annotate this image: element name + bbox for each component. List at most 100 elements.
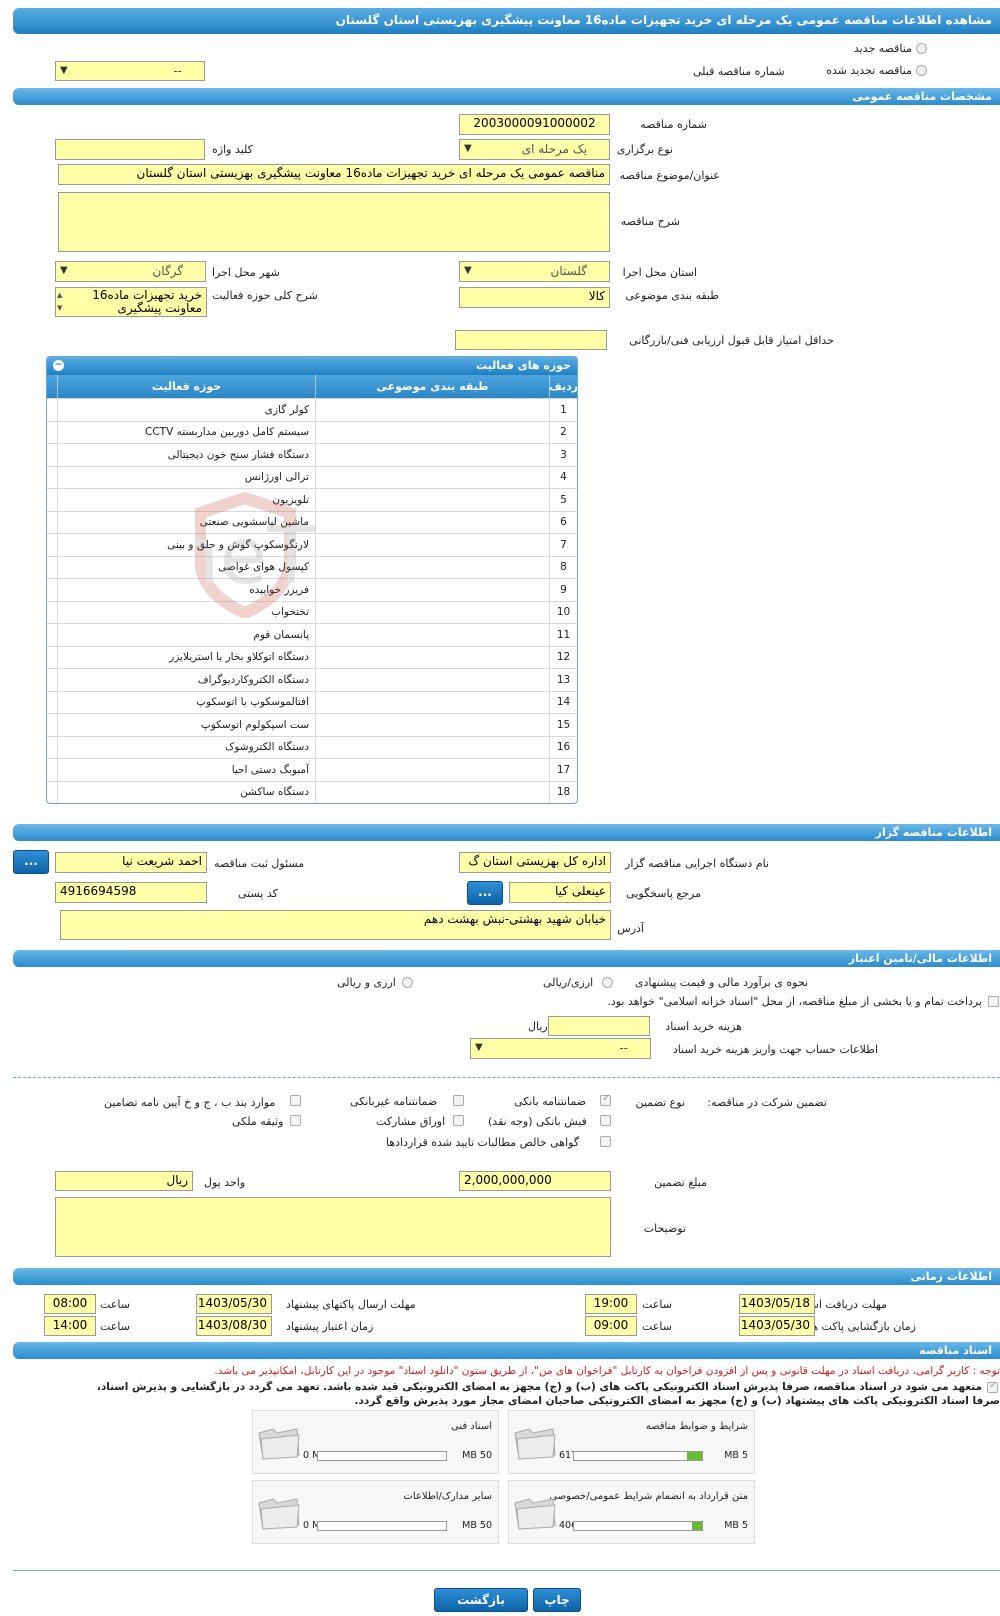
row-activity-field: دستگاه الکتروشوک: [57, 736, 315, 758]
time-label-4: ساعت: [100, 1320, 130, 1333]
description-field[interactable]: [58, 192, 610, 252]
notes-field[interactable]: [55, 1197, 611, 1257]
row-activity-field: سیستم کامل دوربین مداربسته CCTV: [57, 421, 315, 443]
prev-tender-number-select[interactable]: -- ▼: [55, 61, 205, 81]
collapse-icon[interactable]: −: [53, 360, 64, 371]
responder-more-button[interactable]: ...: [467, 881, 503, 905]
row-category: [315, 511, 549, 533]
send-deadline-time[interactable]: 08:00: [44, 1294, 96, 1314]
col-row-number: ردیف: [549, 375, 577, 398]
city-select[interactable]: گرگان ▼: [55, 261, 206, 282]
prev-tender-number-label: شماره مناقصه قبلی: [693, 65, 785, 78]
registrar-field[interactable]: احمد شریعت نیا: [55, 852, 207, 873]
validity-time[interactable]: 14:00: [44, 1316, 96, 1336]
postal-field[interactable]: 4916694598: [55, 882, 207, 903]
min-score-field[interactable]: [455, 330, 607, 350]
estimate-label: نحوه ی برآورد مالی و قیمت پیشنهادی: [634, 976, 808, 989]
table-row: 18 دستگاه ساکشن: [47, 780, 577, 803]
clauses-checkbox[interactable]: [290, 1095, 301, 1106]
responder-field[interactable]: عینعلی کیا: [509, 882, 611, 903]
send-deadline-date[interactable]: 1403/05/30: [196, 1294, 272, 1314]
doc-deadline-time[interactable]: 19:00: [585, 1294, 637, 1314]
doc-cost-field[interactable]: [548, 1016, 650, 1036]
keyword-label: کلید واژه: [212, 143, 253, 156]
guarantee-label: تضمین شرکت در مناقصه:: [707, 1096, 827, 1109]
validity-date[interactable]: 1403/08/30: [196, 1316, 272, 1336]
row-number: 17: [549, 759, 577, 781]
section-finance-title: اطلاعات مالی/تامین اعتبار: [848, 952, 992, 965]
row-activity-field: تلویزیون: [57, 489, 315, 511]
currency-rial-radio[interactable]: [402, 977, 413, 988]
section-timing-title: اطلاعات زمانی: [910, 1270, 992, 1283]
bank-check-checkbox[interactable]: [600, 1115, 611, 1126]
page-title-bar: مشاهده اطلاعات مناقصه عمومی یک مرحله ای …: [13, 8, 1000, 34]
account-label: اطلاعات حساب جهت واریز هزینه خرید اسناد: [672, 1043, 878, 1056]
unit-label: واحد پول: [204, 1176, 246, 1189]
clauses-label: موارد بند ب ، ج و خ آیین نامه تضامین: [104, 1096, 276, 1109]
doc-deadline-date[interactable]: 1403/05/18: [739, 1294, 815, 1314]
renewed-tender-radio[interactable]: [916, 65, 927, 76]
subject-field[interactable]: مناقصه عمومی یک مرحله ای خرید تجهیزات ما…: [58, 164, 610, 185]
row-number: 14: [549, 691, 577, 713]
row-activity-field: فریزر خوابیده: [57, 579, 315, 601]
amount-field[interactable]: 2,000,000,000: [459, 1171, 611, 1191]
row-number: 15: [549, 714, 577, 736]
table-row: 2 سیستم کامل دوربین مداربسته CCTV: [47, 420, 577, 443]
activity-desc-field[interactable]: خرید تجهیزات ماده16 معاونت پیشگیری: [55, 287, 207, 317]
guarantee-type-label: نوع تضمین: [635, 1096, 685, 1109]
row-category: [315, 646, 549, 668]
table-row: 7 لارنگوسکوپ گوش و حلق و بینی: [47, 533, 577, 556]
city-label: شهر محل اجرا: [212, 266, 280, 279]
rial-radio[interactable]: [602, 977, 613, 988]
holding-type-select[interactable]: یک مرحله ای ▼: [459, 139, 610, 160]
account-value: --: [619, 1041, 628, 1055]
time-label-1: ساعت: [642, 1298, 672, 1311]
row-activity-field: کولر گازی: [57, 399, 315, 421]
document-file-box[interactable]: سایر مدارک/اطلاعات 0 MB 50 MB: [252, 1480, 499, 1544]
property-checkbox[interactable]: [290, 1115, 301, 1126]
opening-time[interactable]: 09:00: [585, 1316, 637, 1336]
row-category: [315, 781, 549, 803]
chevron-down-icon: ▼: [60, 65, 68, 76]
row-activity-field: تختخواب: [57, 601, 315, 623]
back-button[interactable]: بازگشت: [434, 1588, 528, 1612]
document-file-box[interactable]: اسناد فنی 0 MB 50 MB: [252, 1410, 499, 1474]
row-activity-field: کپسول هوای غواصی: [57, 556, 315, 578]
keyword-field[interactable]: [55, 139, 205, 160]
row-number: 16: [549, 736, 577, 758]
address-field[interactable]: خیابان شهید بهشتی-نبش بهشت دهم: [60, 910, 611, 940]
validity-label: زمان اعتبار پیشنهاد: [286, 1320, 374, 1333]
table-row: 10 تختخواب: [47, 600, 577, 623]
org-field[interactable]: اداره کل بهزیستی استان گ: [459, 852, 611, 873]
nonbank-guarantee-checkbox[interactable]: [453, 1095, 464, 1106]
tender-number-field[interactable]: 2003000091000002: [459, 114, 610, 135]
category-field[interactable]: کالا: [459, 287, 610, 308]
province-select[interactable]: گلستان ▼: [459, 261, 610, 282]
bank-guarantee-checkbox[interactable]: [600, 1093, 611, 1106]
file-progress-fill: [691, 1522, 702, 1530]
new-tender-radio[interactable]: [916, 43, 927, 54]
file-progress-bar: [317, 1451, 447, 1461]
registrar-more-button[interactable]: ...: [13, 850, 49, 874]
file-progress-bar: [573, 1521, 703, 1531]
print-button[interactable]: چاپ: [533, 1588, 581, 1612]
treasury-checkbox[interactable]: [988, 996, 999, 1007]
table-row: 6 ماشین لباسشویی صنعتی: [47, 510, 577, 533]
address-label: آدرس: [617, 922, 644, 935]
scroll-arrows-icon[interactable]: ▲ ▼: [57, 289, 62, 315]
claims-checkbox[interactable]: [600, 1136, 611, 1147]
row-number: 12: [549, 646, 577, 668]
row-number: 13: [549, 669, 577, 691]
row-activity-field: دستگاه اتوکلاو بخار یا استریلایزر: [57, 646, 315, 668]
opening-date[interactable]: 1403/05/30: [739, 1316, 815, 1336]
bonds-checkbox[interactable]: [453, 1115, 464, 1126]
unit-field[interactable]: ریال: [55, 1171, 193, 1191]
document-file-box[interactable]: شرایط و ضوابط مناقصه617 KB5 MB: [508, 1410, 755, 1474]
file-max-size: 50 MB: [462, 1450, 492, 1461]
postal-label: کد پستی: [238, 887, 278, 900]
account-select[interactable]: -- ▼: [470, 1038, 651, 1059]
commit-checkbox[interactable]: [987, 1380, 998, 1393]
document-file-box[interactable]: متن قرارداد به انضمام شرایط عمومی/خصوصی 4…: [508, 1480, 755, 1544]
folder-icon: [258, 1428, 300, 1460]
row-activity-field: پانسمان فوم: [57, 624, 315, 646]
